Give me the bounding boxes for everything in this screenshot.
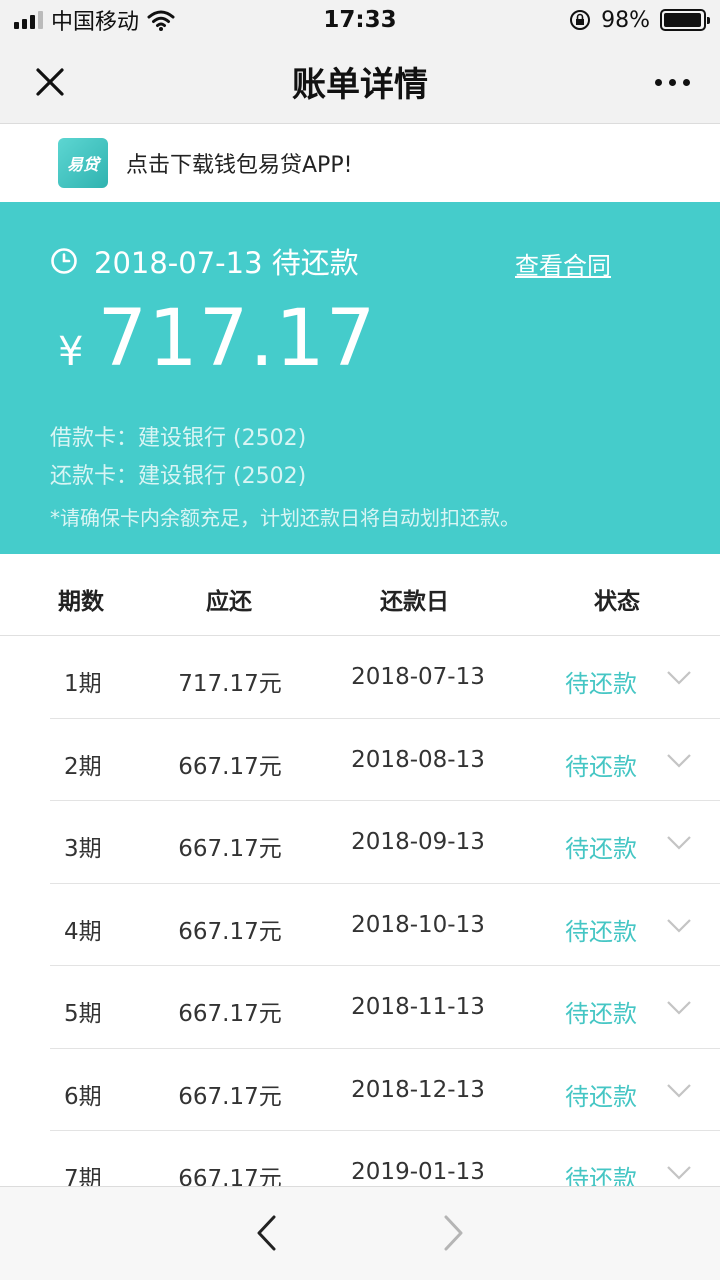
row-amount: 717.17元 (178, 671, 282, 697)
due-amount: ¥ 717.17 (58, 294, 376, 384)
header-period: 期数 (58, 589, 104, 615)
signal-icon (14, 11, 43, 29)
amount-value: 717.17 (97, 294, 377, 384)
status-bar: 中国移动 17:33 98% (0, 0, 720, 40)
banner-text: 点击下载钱包易贷APP! (126, 153, 353, 178)
close-button[interactable] (28, 60, 72, 104)
row-amount: 667.17元 (178, 1083, 282, 1110)
row-status: 待还款 (565, 835, 637, 863)
row-period: 1期 (64, 671, 102, 697)
rotation-lock-icon (570, 10, 591, 30)
chevron-down-icon[interactable] (666, 914, 692, 940)
back-button[interactable] (246, 1211, 286, 1255)
auto-debit-notice: *请确保卡内余额充足，计划还款日将自动划扣还款。 (50, 506, 520, 530)
due-date-status: 2018-07-13 待还款 (94, 246, 359, 280)
status-time: 17:33 (323, 7, 397, 33)
chevron-left-icon (257, 1215, 276, 1251)
header-amount: 应还 (206, 589, 252, 615)
row-status: 待还款 (565, 1165, 637, 1186)
app-logo: 易贷 (58, 138, 108, 188)
clock-icon (51, 248, 77, 274)
row-amount: 667.17元 (178, 918, 282, 945)
table-row[interactable]: 3期 667.17元 2018-09-13 待还款 (0, 801, 720, 884)
row-period: 6期 (64, 1083, 102, 1110)
row-date: 2018-12-13 (351, 1076, 485, 1103)
wifi-icon (147, 10, 175, 31)
due-line: 2018-07-13 待还款 (50, 240, 359, 282)
row-status: 待还款 (565, 917, 637, 946)
chevron-down-icon[interactable] (666, 666, 692, 692)
header-status: 状态 (594, 589, 640, 615)
chevron-down-icon[interactable] (666, 831, 692, 857)
battery-percent: 98% (601, 7, 650, 33)
more-dot-icon (654, 78, 662, 86)
table-row[interactable]: 1期 717.17元 2018-07-13 待还款 (0, 636, 720, 719)
bottom-toolbar (0, 1186, 720, 1280)
row-period: 5期 (64, 1001, 102, 1027)
row-period: 3期 (64, 836, 102, 862)
chevron-down-icon[interactable] (666, 1079, 692, 1105)
chevron-down-icon[interactable] (666, 996, 692, 1022)
table-row[interactable]: 6期 667.17元 2018-12-13 待还款 (0, 1049, 720, 1132)
row-period: 7期 (64, 1166, 102, 1186)
table-row[interactable]: 5期 667.17元 2018-11-13 待还款 (0, 966, 720, 1049)
row-status: 待还款 (565, 1000, 637, 1028)
nav-bar: 账单详情 (0, 40, 720, 124)
table-row[interactable]: 7期 667.17元 2019-01-13 待还款 (0, 1131, 720, 1186)
status-right: 98% (446, 7, 710, 33)
download-banner[interactable]: 易贷 点击下载钱包易贷APP! (0, 124, 720, 202)
row-date: 2018-09-13 (351, 829, 485, 855)
status-left: 中国移动 (14, 4, 274, 36)
bill-summary: 2018-07-13 待还款 查看合同 ¥ 717.17 借款卡：建设银行 (2… (0, 202, 720, 554)
close-icon (36, 68, 64, 96)
battery-fill (664, 13, 702, 27)
row-status: 待还款 (565, 752, 637, 781)
forward-button[interactable] (434, 1211, 474, 1255)
row-date: 2018-08-13 (351, 746, 485, 773)
row-amount: 667.17元 (178, 1001, 282, 1027)
row-status: 待还款 (565, 1082, 637, 1111)
chevron-down-icon[interactable] (666, 749, 692, 775)
carrier-label: 中国移动 (51, 10, 140, 35)
table-row[interactable]: 2期 667.17元 2018-08-13 待还款 (0, 719, 720, 802)
more-dot-icon (668, 78, 676, 86)
chevron-right-icon (444, 1215, 463, 1251)
view-contract-link[interactable]: 查看合同 (515, 246, 611, 281)
table-header: 期数 应还 还款日 状态 (0, 554, 720, 636)
more-button[interactable] (650, 60, 694, 104)
loan-card: 借款卡：建设银行 (2502) (50, 426, 307, 451)
row-period: 2期 (64, 753, 102, 780)
row-amount: 667.17元 (178, 753, 282, 780)
row-date: 2018-10-13 (351, 911, 485, 938)
header-date: 还款日 (380, 589, 449, 615)
row-date: 2018-07-13 (351, 664, 485, 690)
row-date: 2019-01-13 (351, 1159, 485, 1185)
row-period: 4期 (64, 918, 102, 945)
page-title: 账单详情 (292, 65, 428, 105)
row-status: 待还款 (565, 670, 637, 698)
repay-card: 还款卡：建设银行 (2502) (50, 464, 307, 489)
installment-list: 1期 717.17元 2018-07-13 待还款 2期 667.17元 201… (0, 636, 720, 1186)
more-dot-icon (682, 78, 690, 86)
row-amount: 667.17元 (178, 1166, 282, 1186)
chevron-down-icon[interactable] (666, 1161, 692, 1186)
row-amount: 667.17元 (178, 836, 282, 862)
battery-icon (660, 9, 710, 31)
table-row[interactable]: 4期 667.17元 2018-10-13 待还款 (0, 884, 720, 967)
row-date: 2018-11-13 (351, 994, 485, 1020)
currency-symbol: ¥ (58, 329, 84, 375)
